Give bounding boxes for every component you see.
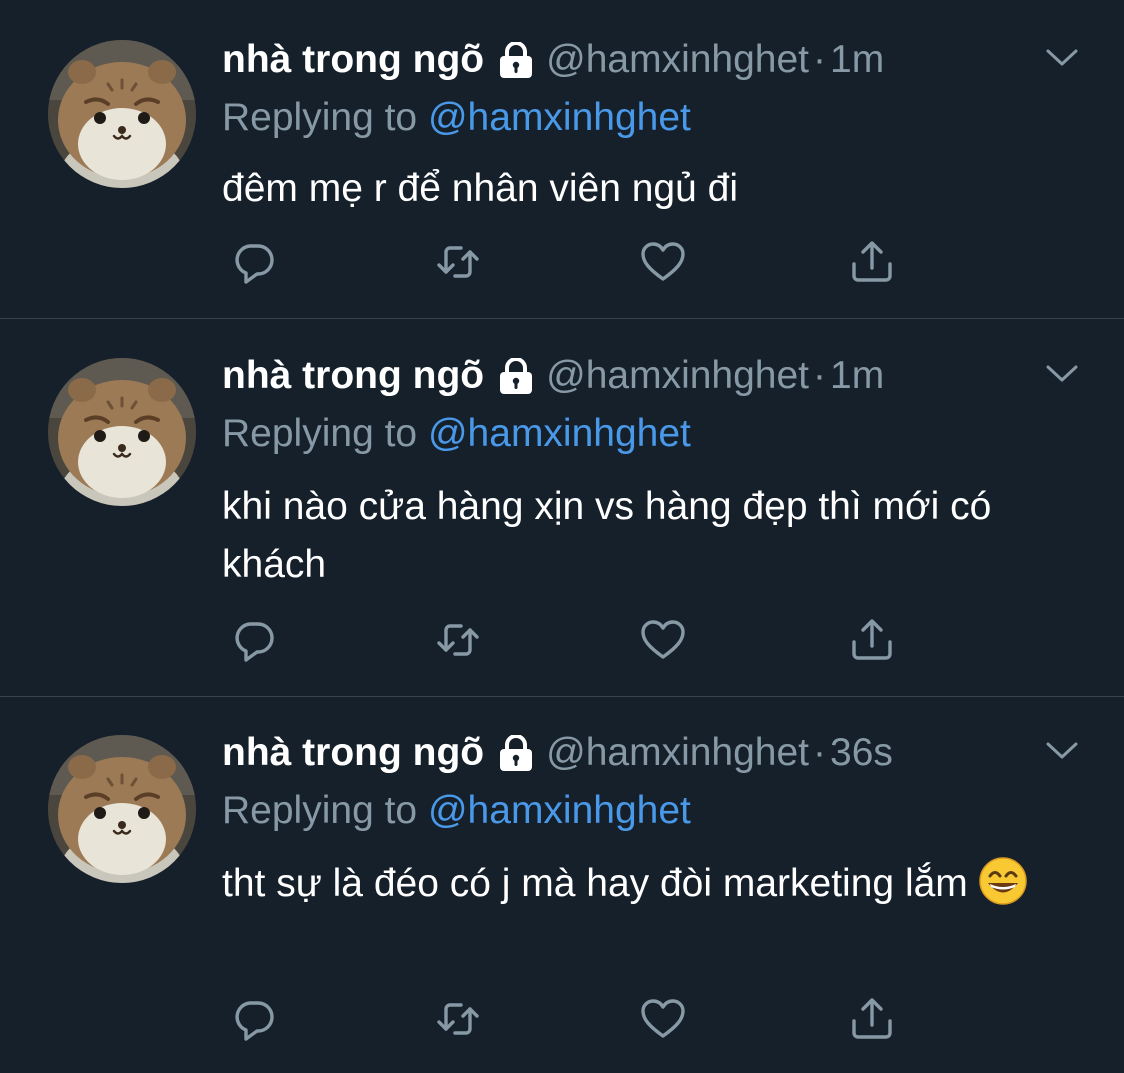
- lock-icon: [496, 358, 536, 406]
- replying-to: Replying to @hamxinhghet: [222, 787, 691, 835]
- heart-icon: [639, 238, 687, 291]
- tweet-header: nhà trong ngõ @hamxinhghet · 1m: [222, 36, 884, 84]
- chevron-down-icon: [1044, 362, 1080, 391]
- separator-dot: ·: [813, 354, 827, 397]
- retweet-button[interactable]: [426, 234, 490, 294]
- share-icon: [848, 238, 896, 291]
- reply-icon: [230, 616, 278, 669]
- tweet[interactable]: nhà trong ngõ @hamxinhghet · 36s Replying t…: [0, 697, 1124, 1073]
- heart-icon: [639, 995, 687, 1048]
- like-button[interactable]: [631, 612, 695, 672]
- reply-icon: [230, 995, 278, 1048]
- tweet-thread: nhà trong ngõ @hamxinhghet · 1m Replying to…: [0, 0, 1124, 1073]
- reply-button[interactable]: [222, 234, 286, 294]
- handle[interactable]: @hamxinhghet: [546, 731, 809, 774]
- replying-to-link[interactable]: @hamxinhghet: [428, 96, 691, 139]
- timestamp[interactable]: 36s: [830, 731, 893, 774]
- retweet-icon: [434, 616, 482, 669]
- lock-icon: [496, 735, 536, 783]
- replying-prefix: Replying to: [222, 412, 418, 455]
- more-options-button[interactable]: [1040, 38, 1084, 82]
- reply-button[interactable]: [222, 991, 286, 1051]
- share-button[interactable]: [840, 991, 904, 1051]
- like-button[interactable]: [631, 234, 695, 294]
- tweet-header: nhà trong ngõ @hamxinhghet · 36s: [222, 729, 893, 777]
- tweet-text: tht sự là đéo có j mà hay đòi marketing …: [222, 855, 1082, 923]
- more-options-button[interactable]: [1040, 354, 1084, 398]
- tweet-text: đêm mẹ r để nhân viên ngủ đi: [222, 167, 738, 210]
- tweet[interactable]: nhà trong ngõ @hamxinhghet · 1m Replying to…: [0, 319, 1124, 696]
- reply-icon: [230, 238, 278, 291]
- tweet[interactable]: nhà trong ngõ @hamxinhghet · 1m Replying to…: [0, 0, 1124, 318]
- display-name[interactable]: nhà trong ngõ: [222, 38, 484, 81]
- avatar[interactable]: [48, 358, 196, 506]
- share-icon: [848, 995, 896, 1048]
- replying-to: Replying to @hamxinhghet: [222, 94, 691, 142]
- replying-prefix: Replying to: [222, 789, 418, 832]
- retweet-button[interactable]: [426, 991, 490, 1051]
- replying-prefix: Replying to: [222, 96, 418, 139]
- more-options-button[interactable]: [1040, 731, 1084, 775]
- separator-dot: ·: [813, 38, 827, 81]
- timestamp[interactable]: 1m: [830, 354, 884, 397]
- avatar[interactable]: [48, 735, 196, 883]
- avatar[interactable]: [48, 40, 196, 188]
- tweet-header: nhà trong ngõ @hamxinhghet · 1m: [222, 352, 884, 400]
- heart-icon: [639, 616, 687, 669]
- replying-to: Replying to @hamxinhghet: [222, 410, 691, 458]
- separator-dot: ·: [813, 731, 827, 774]
- retweet-button[interactable]: [426, 612, 490, 672]
- display-name[interactable]: nhà trong ngõ: [222, 731, 484, 774]
- chevron-down-icon: [1044, 739, 1080, 768]
- retweet-icon: [434, 238, 482, 291]
- replying-to-link[interactable]: @hamxinhghet: [428, 412, 691, 455]
- tweet-text: khi nào cửa hàng xịn vs hàng đẹp thì mới…: [222, 485, 992, 586]
- timestamp[interactable]: 1m: [830, 38, 884, 81]
- reply-button[interactable]: [222, 612, 286, 672]
- share-button[interactable]: [840, 234, 904, 294]
- grinning-face-emoji-icon: [978, 856, 1028, 923]
- lock-icon: [496, 42, 536, 90]
- share-icon: [848, 616, 896, 669]
- retweet-icon: [434, 995, 482, 1048]
- replying-to-link[interactable]: @hamxinhghet: [428, 789, 691, 832]
- like-button[interactable]: [631, 991, 695, 1051]
- display-name[interactable]: nhà trong ngõ: [222, 354, 484, 397]
- tweet-text-content: tht sự là đéo có j mà hay đòi marketing …: [222, 862, 968, 905]
- handle[interactable]: @hamxinhghet: [546, 354, 809, 397]
- chevron-down-icon: [1044, 46, 1080, 75]
- handle[interactable]: @hamxinhghet: [546, 38, 809, 81]
- share-button[interactable]: [840, 612, 904, 672]
